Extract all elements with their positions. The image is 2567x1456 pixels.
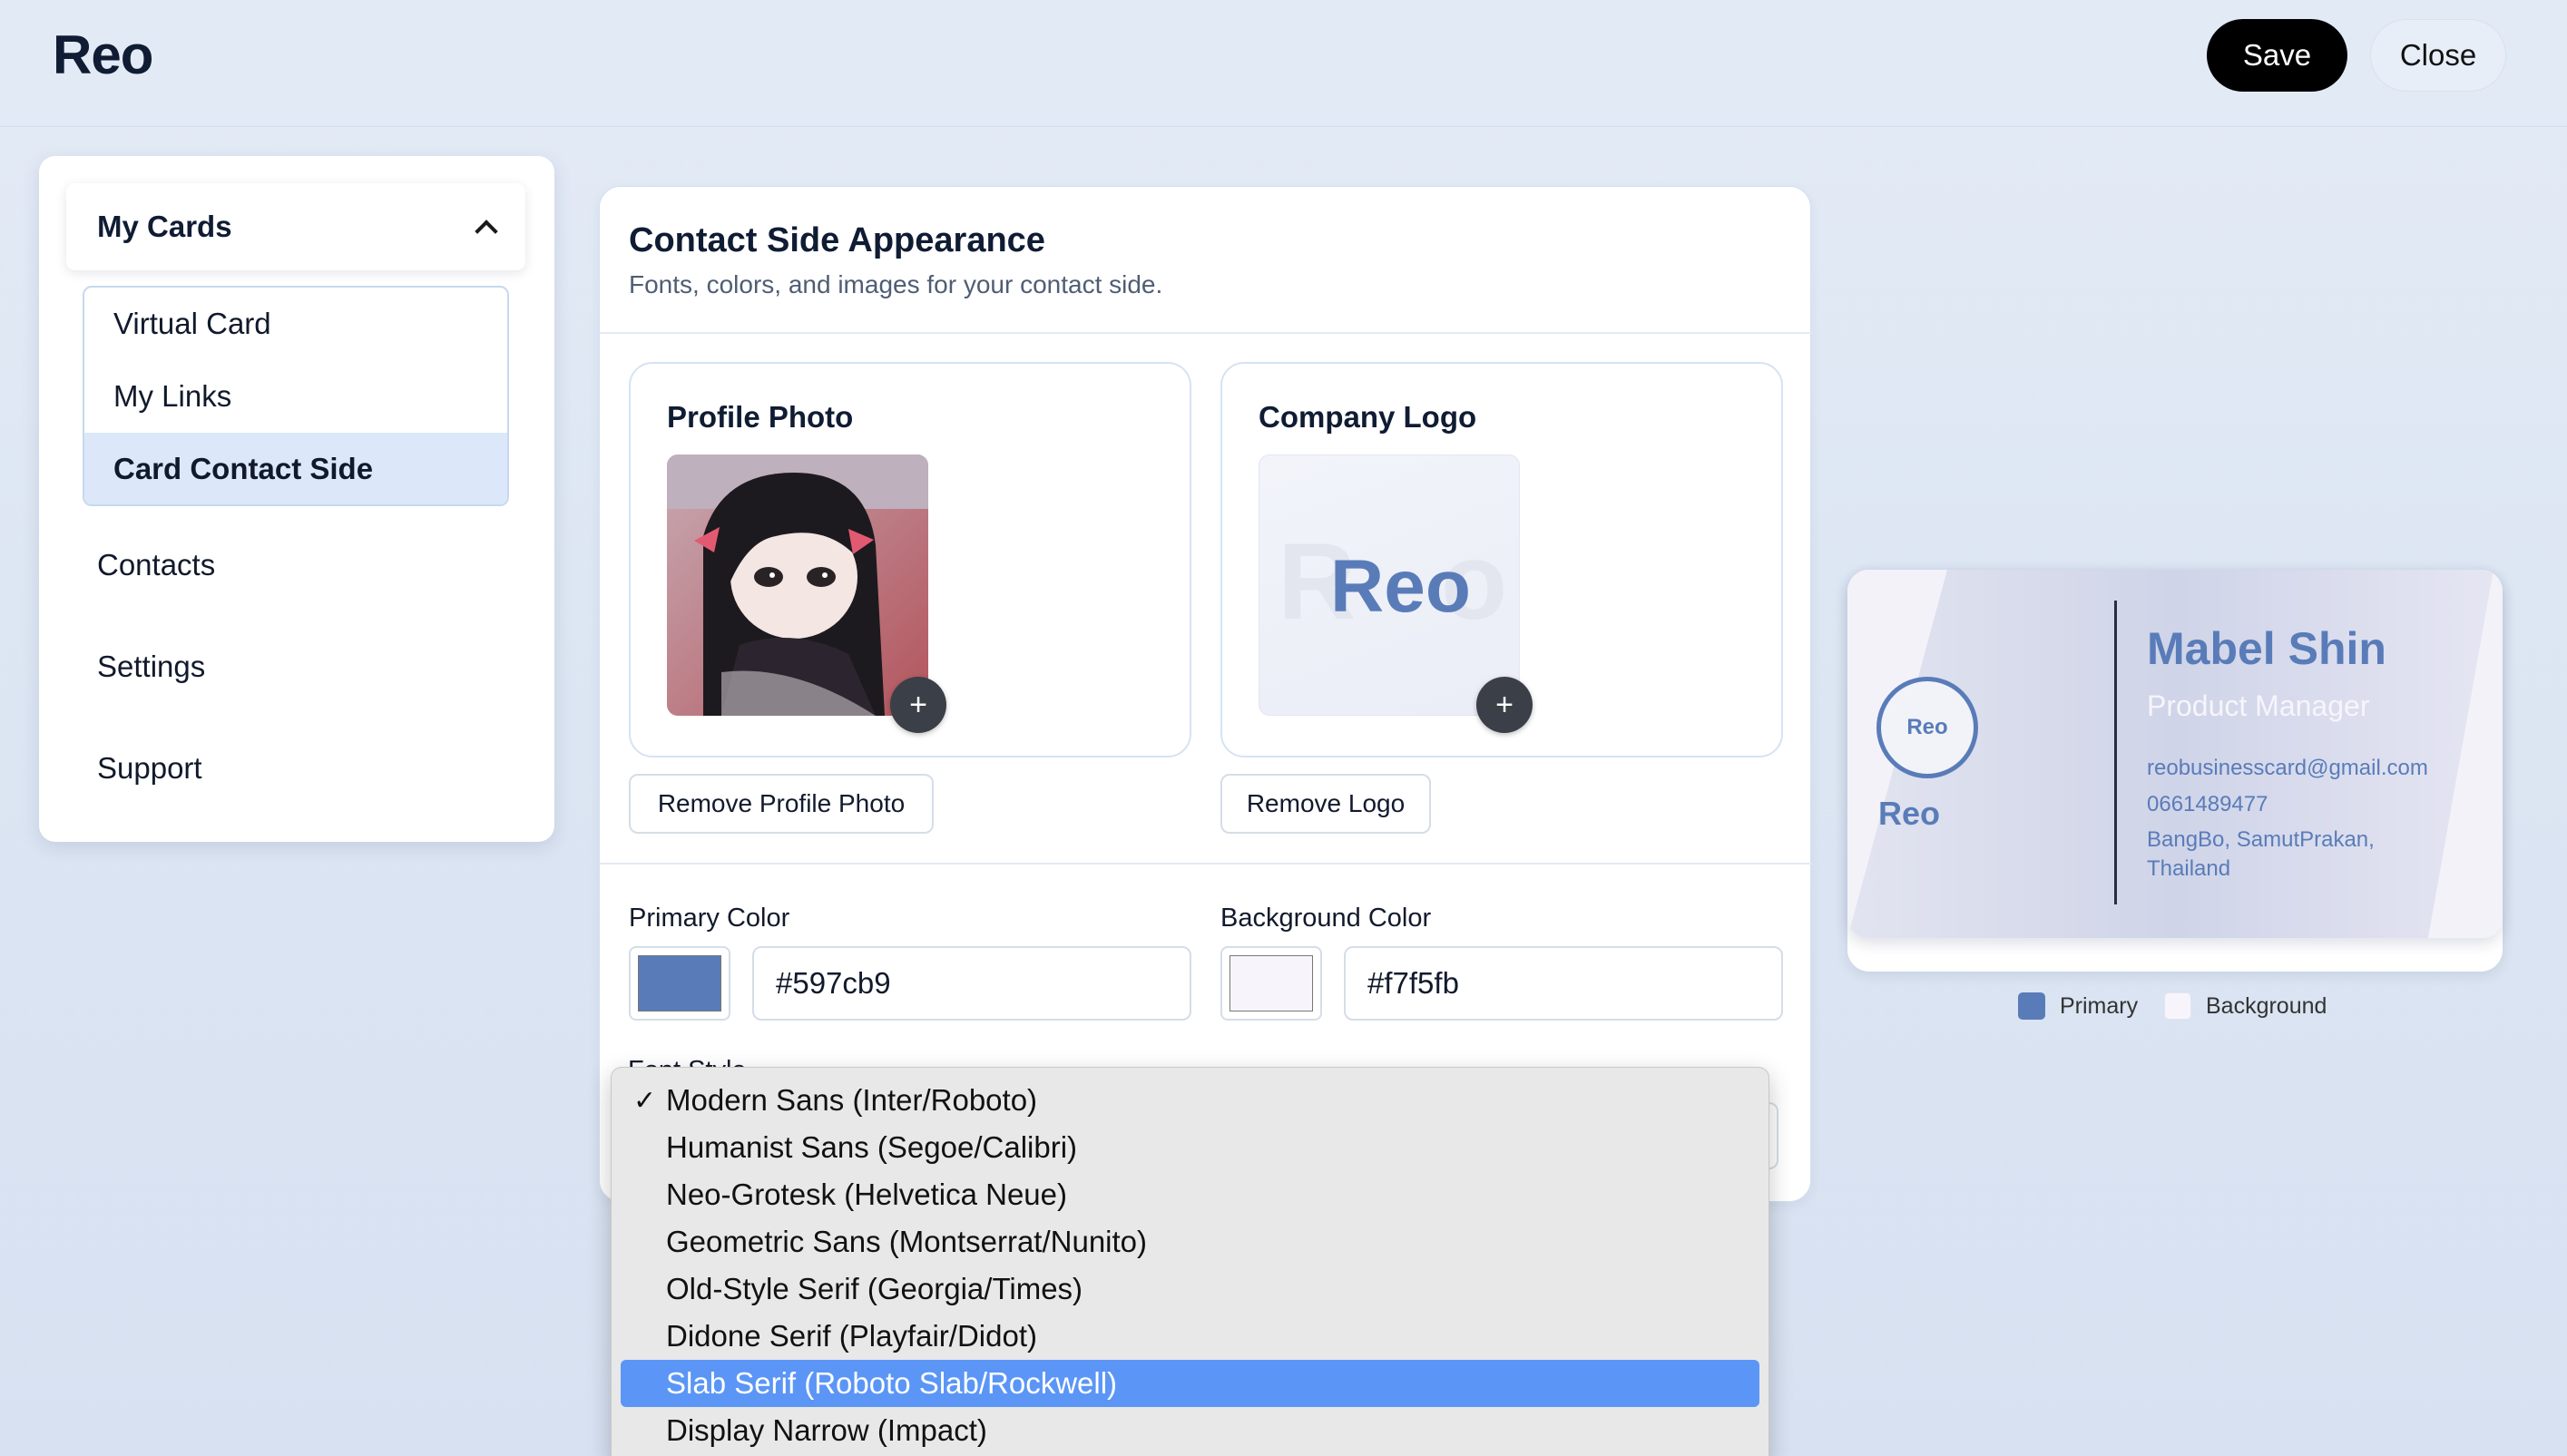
divider (600, 863, 1812, 865)
legend-background-label: Background (2206, 992, 2327, 1019)
panel-subtitle: Fonts, colors, and images for your conta… (629, 270, 1163, 298)
font-option-highlighted[interactable]: Slab Serif (Roboto Slab/Rockwell) (621, 1360, 1759, 1407)
background-color-label: Background Color (1220, 904, 1432, 933)
card-company-name: Reo (1878, 795, 1941, 832)
sidebar-group-label: My Cards (97, 210, 232, 243)
legend-primary: Primary (2018, 992, 2138, 1020)
background-color-swatch[interactable] (1220, 946, 1322, 1021)
card-job-title: Product Manager (2147, 689, 2370, 722)
company-logo-image[interactable]: R o Reo (1259, 454, 1520, 716)
font-option[interactable]: Old-Style Serif (Georgia/Times) (621, 1265, 1759, 1313)
business-card: Reo Reo Mabel Shin Product Manager reobu… (1847, 570, 2503, 938)
profile-photo-box: Profile Photo + (629, 362, 1191, 757)
primary-color-swatch[interactable] (629, 946, 730, 1021)
font-style-dropdown: ✓ Modern Sans (Inter/Roboto) Humanist Sa… (611, 1067, 1769, 1456)
font-option-label: Geometric Sans (Montserrat/Nunito) (666, 1225, 1148, 1258)
primary-color-label: Primary Color (629, 904, 790, 933)
sidebar-item-my-links[interactable]: My Links (84, 360, 507, 433)
sidebar: My Cards Virtual Card My Links Card Cont… (39, 156, 554, 842)
font-option[interactable]: Humanist Sans (Segoe/Calibri) (621, 1124, 1759, 1171)
sidebar-submenu: Virtual Card My Links Card Contact Side (83, 286, 509, 506)
card-address-line2: Thailand (2147, 856, 2231, 881)
company-logo-title: Company Logo (1259, 400, 1477, 434)
legend-background: Background (2164, 992, 2327, 1020)
sidebar-item-support[interactable]: Support (97, 751, 202, 786)
svg-text:Reo: Reo (1330, 545, 1471, 628)
add-logo-button[interactable]: + (1476, 677, 1533, 733)
primary-swatch-icon (2018, 992, 2045, 1020)
font-option[interactable]: Neo-Grotesk (Helvetica Neue) (621, 1171, 1759, 1218)
font-option-label: Display Narrow (Impact) (666, 1413, 987, 1447)
background-color-input[interactable] (1344, 946, 1783, 1021)
appearance-panel: Contact Side Appearance Fonts, colors, a… (599, 186, 1812, 1202)
primary-color-input[interactable] (752, 946, 1191, 1021)
sidebar-item-settings[interactable]: Settings (97, 650, 205, 684)
sidebar-item-virtual-card[interactable]: Virtual Card (84, 288, 507, 360)
card-preview: Reo Reo Mabel Shin Product Manager reobu… (1847, 570, 2503, 972)
card-phone: 0661489477 (2147, 792, 2268, 816)
font-option-label: Neo-Grotesk (Helvetica Neue) (666, 1178, 1067, 1211)
profile-photo-title: Profile Photo (667, 400, 854, 434)
top-bar: Reo Save Close (0, 0, 2567, 127)
font-option-label: Slab Serif (Roboto Slab/Rockwell) (666, 1366, 1118, 1400)
font-option-label: Humanist Sans (Segoe/Calibri) (666, 1130, 1078, 1164)
font-option[interactable]: Didone Serif (Playfair/Didot) (621, 1313, 1759, 1360)
font-option-label: Modern Sans (Inter/Roboto) (666, 1083, 1038, 1117)
check-icon: ✓ (633, 1085, 657, 1116)
app-logo: Reo (53, 24, 153, 85)
save-button[interactable]: Save (2207, 19, 2347, 92)
add-photo-button[interactable]: + (890, 677, 946, 733)
card-email: reobusinesscard@gmail.com (2147, 756, 2428, 780)
card-logo-badge: Reo (1876, 677, 1978, 778)
remove-logo-button[interactable]: Remove Logo (1220, 774, 1431, 834)
font-option[interactable]: Geometric Sans (Montserrat/Nunito) (621, 1218, 1759, 1265)
font-option[interactable]: Display Narrow (Impact) (621, 1407, 1759, 1454)
card-address-line1: BangBo, SamutPrakan, (2147, 827, 2375, 852)
close-button[interactable]: Close (2370, 19, 2506, 92)
sidebar-item-contacts[interactable]: Contacts (97, 548, 215, 582)
company-logo-box: Company Logo R o Reo + (1220, 362, 1783, 757)
font-option-label: Old-Style Serif (Georgia/Times) (666, 1272, 1083, 1305)
background-color-fill (1230, 955, 1313, 1011)
font-option-label: Didone Serif (Playfair/Didot) (666, 1319, 1037, 1353)
divider (600, 332, 1812, 334)
legend-primary-label: Primary (2060, 992, 2139, 1019)
background-swatch-icon (2164, 992, 2191, 1020)
sidebar-group-my-cards[interactable]: My Cards (66, 183, 525, 270)
primary-color-fill (638, 955, 721, 1011)
chevron-up-icon (475, 220, 498, 243)
card-divider (2114, 601, 2117, 904)
card-person-name: Mabel Shin (2147, 623, 2386, 674)
panel-title: Contact Side Appearance (629, 221, 1045, 259)
font-option[interactable]: ✓ Modern Sans (Inter/Roboto) (621, 1077, 1759, 1124)
profile-photo-image[interactable] (667, 454, 928, 716)
sidebar-item-card-contact-side[interactable]: Card Contact Side (84, 433, 507, 504)
remove-profile-photo-button[interactable]: Remove Profile Photo (629, 774, 934, 834)
